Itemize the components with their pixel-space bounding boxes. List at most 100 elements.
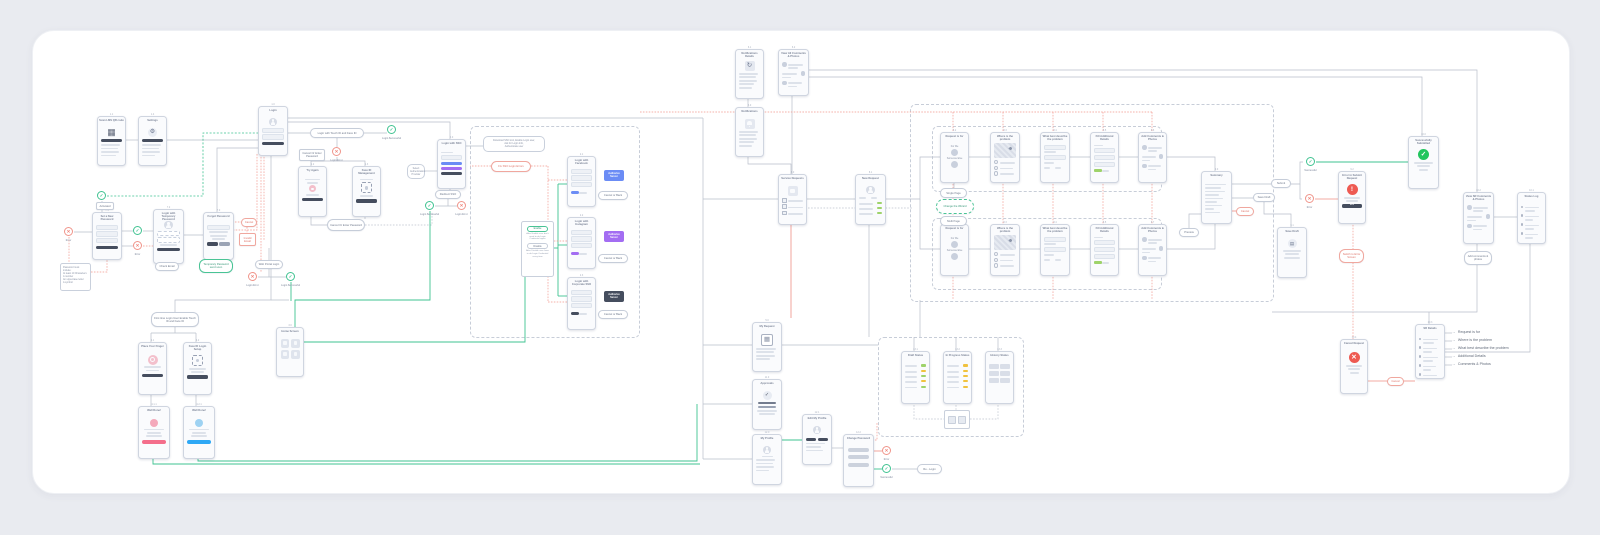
scan-button[interactable] [101,139,122,142]
done-button[interactable] [142,440,166,444]
what-describe-screen[interactable]: 8.4What best describe the problem [1040,224,1070,276]
provider-button[interactable] [571,191,579,194]
corporate-sso-button[interactable] [441,172,462,175]
auth-field[interactable] [571,175,592,180]
auth-field[interactable] [571,169,592,174]
login-button[interactable] [157,248,180,251]
problem-field[interactable] [1044,247,1066,252]
details-field[interactable] [1094,247,1115,252]
notifications-details-screen[interactable]: 6.1Notifications Details↻ [735,49,764,99]
save-draft-screen[interactable]: 9.1Save Draft▤ [1277,227,1307,278]
cancel-or-back-pill[interactable]: Cancel or Back [598,254,628,263]
save-password-button[interactable] [96,246,118,249]
status-log-screen[interactable]: 10.1Status Log [1517,192,1546,244]
summary-screen[interactable]: 9.0Summary [1201,171,1232,224]
app-tile-icon[interactable] [291,350,300,359]
what-describe-screen[interactable]: 8.4What best describe the problem [1040,132,1070,183]
login-button[interactable] [262,142,284,145]
view-all-comments-screen[interactable]: 6.2View All Comments & Photos [778,49,809,96]
list-view-icon[interactable] [958,416,966,424]
redirect-sso-pill[interactable]: Redirect SSO [435,190,461,199]
temp-password-field[interactable] [157,231,180,236]
cancel-enter-password-pill[interactable]: Cancel Or Enter Password [327,219,365,231]
authorize-server-badge[interactable]: Authorize Server [604,170,624,181]
place-finger-screen[interactable]: 4.1Place Your Finger [138,342,167,395]
for-me-avatar[interactable] [951,149,958,156]
auth-field[interactable] [571,236,592,241]
done-button[interactable] [187,440,211,444]
auth-field[interactable] [571,303,592,308]
sso-field[interactable] [441,155,462,160]
app-tile-icon[interactable] [281,350,290,359]
details-field[interactable] [1094,240,1115,245]
view-toggle-box[interactable] [944,410,970,429]
additional-details-screen[interactable]: 8.5Fill Additional Details [1090,132,1119,183]
auth-field[interactable] [571,182,592,187]
save-button[interactable] [806,438,816,441]
success-submitted-screen[interactable]: 10.0Successfully Submitted✓ [1408,136,1439,189]
password-hint-field[interactable] [96,238,118,243]
first-time-login-pill[interactable]: First time Login User Enable Touch ID an… [151,312,199,327]
new-password-field[interactable] [96,225,118,230]
settings-screen[interactable]: 1.4Settings⚙ [138,116,167,166]
where-problem-screen[interactable]: 8.3Where is the problem [990,224,1020,276]
confirm-chip[interactable] [1094,261,1102,264]
facebook-login-button[interactable] [441,162,462,165]
auth-field[interactable] [571,290,592,295]
app-tile-icon[interactable] [281,339,290,348]
login-instagram-screen[interactable]: 2.2Login with Instagram [567,217,596,269]
web-portal-login-pill[interactable]: Web Portal Login [255,260,283,269]
re-login-pill[interactable]: Re - Login [917,464,942,474]
cancel-pill[interactable]: Cancel [241,218,257,227]
continue-button[interactable] [187,375,208,378]
save-draft-pill[interactable]: Save Draft [1253,193,1275,202]
someone-else-avatar[interactable] [951,161,958,168]
provider-button[interactable] [571,312,579,315]
continue-button[interactable] [142,374,163,377]
temp-password-sent-pill[interactable]: Temporary Password send soon [199,259,233,273]
cancel-button[interactable] [818,438,828,441]
where-problem-screen[interactable]: 8.3Where is the problem [990,132,1020,183]
cancel-or-back-pill[interactable]: Cancel or Back [598,310,628,319]
auth-field[interactable] [571,243,592,248]
new-password-field[interactable] [848,455,869,459]
refresh-icon[interactable]: ↻ [745,61,755,71]
grid-view-icon[interactable] [948,416,956,424]
password-field[interactable] [262,134,284,139]
details-field[interactable] [1094,254,1115,259]
details-field[interactable] [1094,148,1115,153]
cancel-pill[interactable]: Cancel [1236,207,1254,216]
new-request-screen[interactable]: 8.1New Request [855,174,886,225]
current-password-field[interactable] [848,448,869,452]
auth-field[interactable] [571,230,592,235]
cancel-or-back-pill[interactable]: Cancel or Back [598,191,628,200]
confirm-password-field[interactable] [848,463,869,467]
add-comments-screen[interactable]: 8.6Add Comments & Photos [1138,132,1167,183]
confirm-chip[interactable] [1094,169,1102,172]
checkbox[interactable] [782,204,787,209]
single-page-pill[interactable]: Single Page [940,188,967,198]
scan-qr-screen[interactable]: 1.1Scan LMS QR code▦ [97,116,126,166]
change-wizard-oval[interactable]: Change the Wizard [936,199,974,214]
for-me-avatar[interactable] [951,241,958,248]
login-facebook-screen[interactable]: 2.1Login with Facebook [567,156,596,207]
service-requests-screen[interactable]: 8.0Service Requests [778,174,807,225]
username-field[interactable] [262,128,284,133]
history-status-screen[interactable]: 13.3History Status [985,351,1014,404]
add-comments-photos-pill[interactable]: Add comments & photos [1464,251,1492,265]
authorize-server-badge[interactable]: Authorize Server [604,231,624,242]
set-new-password-screen[interactable]: 7.1Set a New Password [92,212,122,260]
login-sso-screen[interactable]: 2.0Login with SSO [437,139,466,189]
login-temp-password-screen[interactable]: 7.2Login with Temporary Password [153,209,184,264]
map-view[interactable] [994,143,1016,158]
submit-pill[interactable]: Submit [1271,179,1291,188]
login-corporate-sso-screen[interactable]: 2.3Login with Corporate SSO [567,277,596,330]
my-profile-screen[interactable]: 12.0My Profile [752,434,782,485]
notifications-screen[interactable]: 6.0Notifications [735,107,764,157]
request-is-for-screen[interactable]: 8.2Request is forFor MeSomeone Else [940,224,969,276]
sr-details-screen[interactable]: 10.3SR Details [1415,324,1445,379]
checkbox[interactable] [782,198,787,203]
faceid-management-screen[interactable]: 1.3Face ID Management [352,166,381,217]
authorize-server-badge[interactable]: Authorize Server [604,291,624,302]
problem-field[interactable] [1044,237,1066,242]
